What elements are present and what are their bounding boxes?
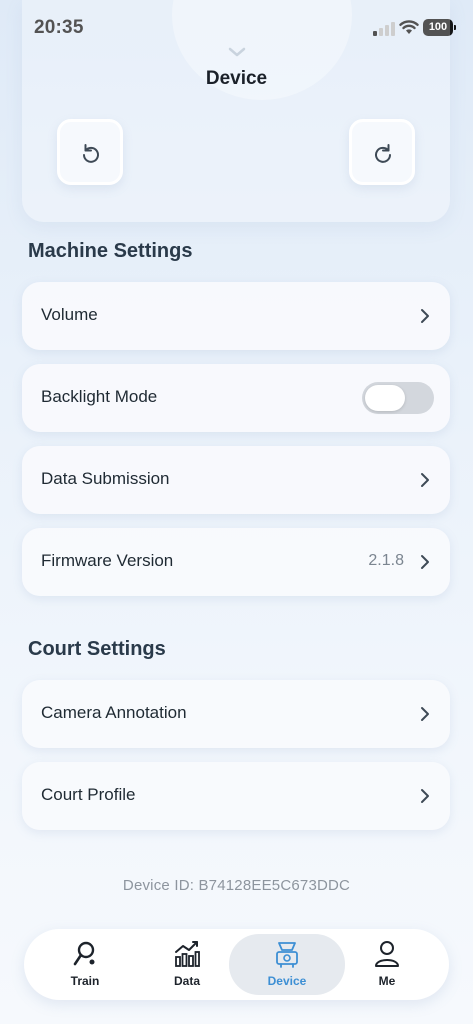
data-submission-row[interactable]: Data Submission	[22, 446, 450, 514]
firmware-version-label: Firmware Version	[41, 551, 174, 570]
data-submission-label: Data Submission	[41, 469, 170, 488]
backlight-mode-row: Backlight Mode	[22, 364, 450, 432]
person-icon	[375, 941, 399, 967]
machine-settings-title: Machine Settings	[28, 240, 193, 262]
volume-label: Volume	[41, 305, 98, 324]
device-id-text: Device ID: B74128EE5C673DDC	[122, 877, 351, 894]
bottom-tab-bar: Train Data Device Me	[24, 929, 449, 1000]
tab-train-label: Train	[70, 974, 100, 988]
rotate-right-button[interactable]	[349, 119, 415, 185]
camera-annotation-label: Camera Annotation	[41, 703, 187, 722]
chevron-right-icon	[421, 555, 429, 569]
rotate-right-icon	[375, 144, 391, 163]
chevron-right-icon	[421, 309, 429, 323]
court-settings-title: Court Settings	[28, 638, 166, 660]
tab-data-label: Data	[173, 974, 200, 988]
camera-annotation-row[interactable]: Camera Annotation	[22, 680, 450, 748]
chevron-right-icon	[421, 707, 429, 721]
volume-row[interactable]: Volume	[22, 282, 450, 350]
racket-icon	[73, 941, 95, 966]
bar-chart-icon	[175, 941, 200, 967]
tab-data[interactable]: Data	[134, 929, 240, 1000]
tab-me-label: Me	[378, 974, 396, 988]
backlight-mode-toggle[interactable]	[362, 382, 434, 414]
firmware-version-row[interactable]: Firmware Version 2.1.8	[22, 528, 450, 596]
chevron-down-icon[interactable]	[228, 47, 246, 57]
backlight-mode-label: Backlight Mode	[41, 387, 158, 406]
court-profile-row[interactable]: Court Profile	[22, 762, 450, 830]
tab-device-label: Device	[267, 974, 307, 988]
chevron-right-icon	[421, 789, 429, 803]
device-panel	[22, 0, 450, 222]
machine-icon	[276, 942, 298, 968]
firmware-version-value: 2.1.8	[368, 552, 404, 569]
toggle-knob	[365, 385, 405, 411]
court-profile-label: Court Profile	[41, 785, 136, 804]
chevron-right-icon	[421, 473, 429, 487]
rotate-left-button[interactable]	[57, 119, 123, 185]
tab-device[interactable]: Device	[229, 934, 345, 995]
tab-me[interactable]: Me	[334, 929, 440, 1000]
page-title: Device	[205, 68, 268, 89]
tab-train[interactable]: Train	[32, 929, 138, 1000]
rotate-left-icon	[83, 144, 99, 163]
